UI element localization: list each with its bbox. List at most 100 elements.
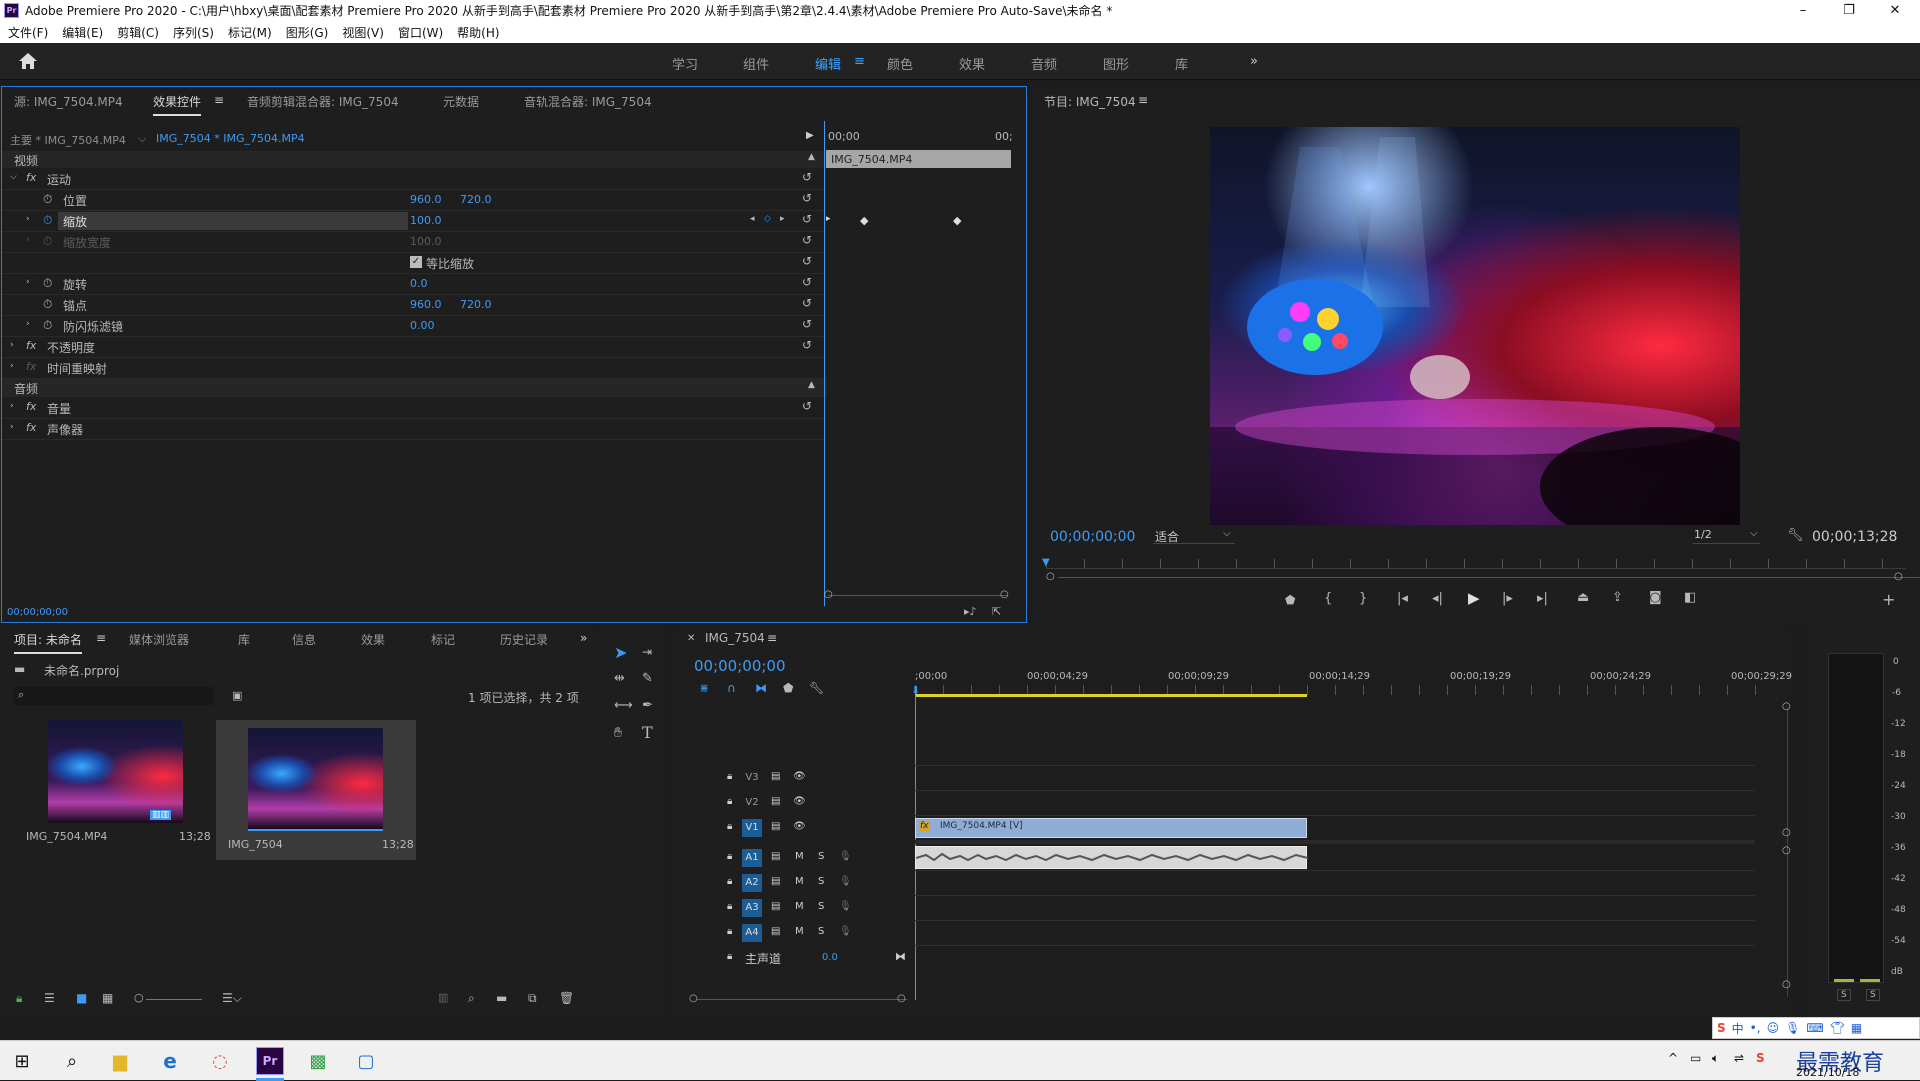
program-zoom-bar[interactable] (1058, 577, 1920, 578)
add-keyframe-icon[interactable]: ◇ (764, 214, 771, 224)
microphone-icon[interactable]: 🎙︎ (839, 876, 852, 887)
reset-icon[interactable]: ↺ (802, 170, 812, 184)
workspace-libraries[interactable]: 库 (1175, 54, 1188, 73)
keyframe-diamond[interactable]: ◆ (860, 214, 868, 227)
rotation-value[interactable]: 0.0 (410, 277, 428, 290)
skin-icon[interactable]: 👕︎ (1830, 1021, 1845, 1035)
anchor-y-value[interactable]: 720.0 (460, 298, 492, 311)
lock-icon[interactable]: 🔒︎ (727, 796, 732, 807)
microphone-icon[interactable]: 🎙︎ (839, 901, 852, 912)
network-icon[interactable]: ▭ (1690, 1051, 1701, 1065)
linked-selection-icon[interactable]: ⧓ (755, 681, 767, 695)
sync-lock-icon[interactable]: ▤ (771, 796, 780, 807)
tab-source[interactable]: 源: IMG_7504.MP4 (14, 93, 123, 110)
razor-tool-icon[interactable]: ✎ (642, 671, 653, 686)
grid-icon[interactable]: ▦ (1851, 1021, 1862, 1035)
reset-icon[interactable]: ↺ (802, 191, 812, 205)
tab-markers[interactable]: 标记 (431, 631, 455, 648)
position-x-value[interactable]: 960.0 (410, 193, 442, 206)
menu-sequence[interactable]: 序列(S) (173, 24, 214, 41)
menu-file[interactable]: 文件(F) (8, 24, 48, 41)
workspace-assembly[interactable]: 组件 (743, 54, 769, 73)
lock-icon[interactable]: 🔒︎ (727, 876, 732, 887)
tab-project[interactable]: 项目: 未命名 (14, 631, 82, 654)
video-clip-v1[interactable]: fx IMG_7504.MP4 [V] (915, 818, 1307, 838)
lock-icon[interactable]: 🔒︎ (727, 851, 732, 862)
tab-info[interactable]: 信息 (292, 631, 316, 648)
solo-button[interactable]: S (818, 851, 824, 862)
track-target-v2[interactable]: V2 (742, 794, 762, 812)
add-marker-icon[interactable]: ⬟ (783, 681, 793, 695)
sync-lock-icon[interactable]: ▤ (771, 821, 780, 832)
program-time-ruler[interactable] (1046, 559, 1906, 569)
scroll-handle-icon[interactable]: ○ (897, 993, 906, 1004)
effect-row-volume[interactable]: › fx 音量 ↺ (2, 398, 827, 419)
sync-lock-icon[interactable]: ▤ (771, 771, 780, 782)
fx-badge[interactable]: fx (26, 400, 36, 413)
zoom-slider-track[interactable] (146, 999, 202, 1000)
freeform-view-icon[interactable]: ▦ (102, 991, 113, 1005)
lock-icon[interactable]: 🔒︎ (727, 771, 732, 782)
new-search-bin-icon[interactable]: ▣ (232, 689, 242, 702)
snap-icon[interactable]: ∩ (727, 681, 736, 695)
export-frame-icon[interactable]: ◙ (1649, 590, 1662, 605)
reset-icon[interactable]: ↺ (802, 233, 812, 247)
project-item-sequence[interactable]: IMG_7504 13;28 (216, 720, 416, 860)
sync-lock-icon[interactable]: ▤ (771, 901, 780, 912)
stopwatch-icon[interactable]: ⏱ (43, 297, 52, 312)
menu-edit[interactable]: 编辑(E) (62, 24, 103, 41)
effect-row-time-remap[interactable]: › fx 时间重映射 (2, 358, 827, 379)
tray-chevron-icon[interactable]: ^ (1668, 1051, 1678, 1065)
reset-icon[interactable]: ↺ (802, 399, 812, 413)
scroll-handle-icon[interactable]: ○ (689, 993, 698, 1004)
microphone-icon[interactable]: 🎙︎ (1785, 1021, 1800, 1035)
volume-icon[interactable]: 🔈︎ (1712, 1051, 1719, 1066)
track-select-tool-icon[interactable]: ⇥ (642, 645, 652, 659)
microphone-icon[interactable]: 🎙︎ (839, 851, 852, 862)
automate-icon[interactable]: ▥ (438, 991, 448, 1004)
panel-menu-icon[interactable]: ≡ (1138, 93, 1148, 107)
clip-thumbnail[interactable] (48, 720, 183, 823)
param-row-uniform-scale[interactable]: ✓ 等比缩放 ↺ (2, 253, 827, 274)
param-row-scale[interactable]: › ⏱ 缩放 100.0 ◂ ◇ ▸ ↺ (2, 211, 827, 232)
mark-in-icon[interactable]: { (1324, 591, 1332, 606)
stopwatch-icon[interactable]: ⏱ (43, 276, 52, 291)
effect-row-motion[interactable]: ⌵ fx 运动 ↺ (2, 169, 827, 190)
ime-tray-icon[interactable]: ⇌ (1734, 1051, 1744, 1065)
close-icon[interactable]: ✕ (1872, 0, 1918, 21)
param-row-flicker[interactable]: › ⏱ 防闪烁滤镜 0.00 ↺ (2, 316, 827, 337)
menu-view[interactable]: 视图(V) (342, 24, 384, 41)
emoji-icon[interactable]: ☺ (1767, 1021, 1780, 1035)
app-icon[interactable]: ▢ (354, 1049, 378, 1073)
sequence-title[interactable]: IMG_7504 (705, 631, 765, 645)
keyboard-icon[interactable]: ⌨ (1806, 1021, 1823, 1035)
zoom-handle-icon[interactable]: ○ (1000, 589, 1009, 600)
ime-toolbar[interactable]: S 中 •, ☺ 🎙︎ ⌨ 👕︎ ▦ (1712, 1017, 1920, 1039)
tab-audio-track-mixer[interactable]: 音轨混合器: IMG_7504 (524, 93, 652, 110)
effect-row-opacity[interactable]: › fx 不透明度 ↺ (2, 337, 827, 358)
microphone-icon[interactable]: 🎙︎ (839, 926, 852, 937)
lift-icon[interactable]: ⏏ (1577, 590, 1589, 605)
tab-libraries[interactable]: 库 (238, 631, 250, 648)
track-target-a4[interactable]: A4 (742, 924, 762, 942)
solo-button[interactable]: S (818, 926, 824, 937)
close-tab-icon[interactable]: ✕ (687, 633, 695, 644)
track-target-a2[interactable]: A2 (742, 874, 762, 892)
prev-keyframe-icon[interactable]: ◂ (750, 214, 755, 224)
menu-graphics[interactable]: 图形(G) (286, 24, 329, 41)
sogou-tray-icon[interactable]: S (1756, 1051, 1765, 1065)
menu-help[interactable]: 帮助(H) (457, 24, 499, 41)
program-timecode[interactable]: 00;00;00;00 (1050, 529, 1135, 545)
pen-tool-icon[interactable]: ✒ (642, 698, 653, 713)
clip-dropdown-icon[interactable]: ⌵ (138, 132, 146, 146)
ec-timecode[interactable]: 00;00;00;00 (7, 607, 68, 618)
workspace-effects[interactable]: 效果 (959, 54, 985, 73)
track-target-v3[interactable]: V3 (742, 769, 762, 787)
next-keyframe-icon[interactable]: ▸ (780, 214, 785, 224)
zoom-handle-icon[interactable]: ○ (1894, 571, 1903, 582)
menu-window[interactable]: 窗口(W) (398, 24, 443, 41)
panel-menu-icon[interactable]: ≡ (96, 631, 106, 645)
reset-icon[interactable]: ↺ (802, 317, 812, 331)
program-title[interactable]: 节目: IMG_7504 (1044, 93, 1136, 110)
new-bin-icon[interactable]: ▬ (496, 991, 507, 1005)
